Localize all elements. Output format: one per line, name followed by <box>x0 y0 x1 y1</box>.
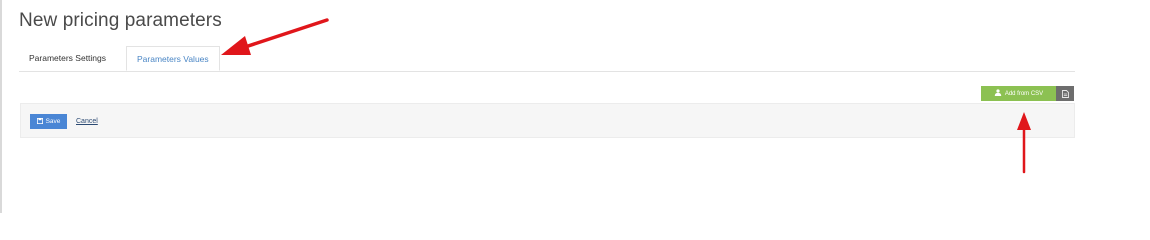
toolbar-right: Add from CSV <box>981 86 1074 101</box>
upload-user-icon <box>994 89 1002 98</box>
add-from-csv-label: Add from CSV <box>1004 90 1044 97</box>
page-title: New pricing parameters <box>19 10 222 31</box>
action-bar: Save Cancel <box>20 103 1075 138</box>
floppy-disk-icon <box>36 117 43 126</box>
document-icon <box>1061 85 1069 103</box>
save-label: Save <box>45 118 61 125</box>
add-from-csv-button[interactable]: Add from CSV <box>981 86 1056 101</box>
tab-bar: Parameters Settings Parameters Values <box>19 46 1075 72</box>
save-button[interactable]: Save <box>30 114 67 129</box>
document-button[interactable] <box>1056 86 1074 101</box>
tab-parameters-settings[interactable]: Parameters Settings <box>19 46 116 70</box>
page-frame: New pricing parameters Parameters Settin… <box>0 0 1148 213</box>
tab-parameters-values[interactable]: Parameters Values <box>126 46 220 71</box>
cancel-link[interactable]: Cancel <box>76 115 98 128</box>
